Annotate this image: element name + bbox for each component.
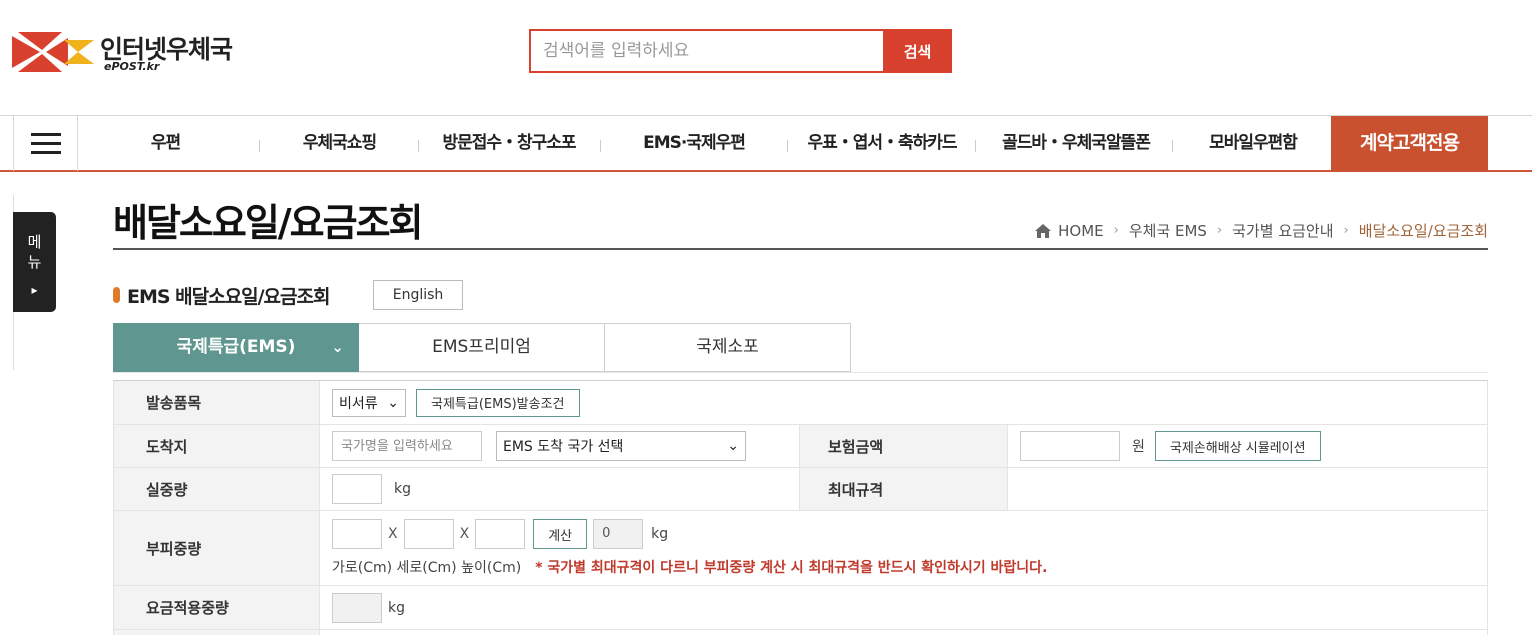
main-nav: 우편 우체국쇼핑 방문접수・창구소포 EMS·국제우편 우표・엽서・축하카드 골…: [0, 115, 1532, 172]
tabs-divider: [113, 372, 1488, 373]
epost-logo[interactable]: 인터넷우체국 ePOST.kr: [12, 30, 252, 76]
chevron-right-icon: ›: [1216, 223, 1223, 238]
form-row-weight: 실중량 kg 최대규격: [114, 468, 1487, 511]
item-select-value: 비서류: [339, 395, 378, 412]
actual-weight-cell: kg: [320, 468, 800, 510]
volume-warning: * 국가별 최대규격이 다르니 부피중량 계산 시 최대규격을 반드시 확인하시…: [535, 560, 1048, 576]
destination-cell: EMS 도착 국가 선택 ⌄: [320, 425, 800, 467]
nav-item-mail[interactable]: 우편: [88, 116, 243, 171]
insurance-amount-input[interactable]: [1020, 431, 1120, 461]
item-label: 발송품목: [114, 381, 320, 424]
max-size-cell: [1008, 468, 1487, 510]
search-input[interactable]: [529, 29, 883, 73]
nav-item-goldbar[interactable]: 골드바・우체국알뜰폰: [984, 116, 1168, 171]
form-row-next: [114, 630, 1487, 635]
title-divider: [113, 248, 1488, 250]
chevron-right-icon: ▸: [31, 283, 38, 297]
section-bullet-icon: [113, 287, 120, 303]
breadcrumb: HOME › 우체국 EMS › 국가별 요금안내 › 배달소요일/요금조회: [1034, 220, 1488, 241]
nav-divider: [418, 140, 419, 152]
times-label: X: [388, 526, 398, 542]
applied-weight-field: [332, 592, 382, 623]
breadcrumb-home[interactable]: HOME: [1058, 222, 1104, 240]
nav-divider: [1172, 140, 1173, 152]
volume-unit: kg: [651, 526, 669, 542]
tab-ems-premium[interactable]: EMS프리미엄: [359, 323, 605, 372]
nav-divider: [787, 140, 788, 152]
insurance-label: 보험금액: [800, 425, 1008, 467]
form-row-item: 발송품목 비서류 ⌄ 국제특급(EMS)발송조건: [114, 381, 1487, 425]
chevron-right-icon: ›: [1343, 223, 1349, 238]
volume-inputs: X X 계산 0 kg: [332, 519, 668, 549]
form-row-volume: 부피중량 X X 계산 0 kg 가로(Cm) 세로(Cm) 높이(Cm) * …: [114, 511, 1487, 586]
form-row-applied-weight: 요금적용중량 kg: [114, 586, 1487, 630]
nav-item-stamps[interactable]: 우표・엽서・축하카드: [794, 116, 970, 171]
insurance-cell: 원 국제손해배상 시뮬레이션: [1008, 425, 1487, 467]
side-menu-label-1: 메: [27, 233, 42, 251]
actual-weight-input[interactable]: [332, 474, 382, 504]
nav-item-shopping[interactable]: 우체국쇼핑: [262, 116, 417, 171]
volume-weight-label: 부피중량: [114, 511, 320, 585]
actual-weight-unit: kg: [394, 481, 411, 497]
item-cell: 비서류 ⌄ 국제특급(EMS)발송조건: [320, 381, 1487, 424]
page-title: 배달소요일/요금조회: [113, 201, 424, 245]
search-bar: 검색: [529, 29, 952, 73]
destination-label: 도착지: [114, 425, 320, 467]
chevron-down-icon: ⌄: [331, 338, 344, 356]
logo-subtitle: ePOST.kr: [104, 60, 160, 73]
tab-intl-parcel[interactable]: 국제소포: [605, 323, 851, 372]
tab-ems[interactable]: 국제특급(EMS) ⌄: [113, 323, 359, 372]
nav-divider: [975, 140, 976, 152]
actual-weight-label: 실중량: [114, 468, 320, 510]
chevron-down-icon: ⌄: [387, 394, 399, 411]
home-icon: [1035, 223, 1052, 238]
depth-input[interactable]: [403, 519, 454, 549]
max-size-label: 최대규격: [800, 468, 1008, 510]
next-row-cell: [320, 630, 1487, 635]
section-title: EMS 배달소요일/요금조회: [127, 286, 330, 308]
height-input[interactable]: [475, 519, 526, 549]
volume-weight-cell: X X 계산 0 kg 가로(Cm) 세로(Cm) 높이(Cm) * 국가별 최…: [320, 511, 1487, 585]
breadcrumb-ems[interactable]: 우체국 EMS: [1129, 220, 1207, 241]
form-row-destination: 도착지 EMS 도착 국가 선택 ⌄ 보험금액 원 국제손해배상 시뮬레이션: [114, 425, 1487, 468]
nav-item-ems[interactable]: EMS·국제우편: [608, 116, 780, 171]
times-label: X: [459, 526, 470, 542]
damage-simulation-button[interactable]: 국제손해배상 시뮬레이션: [1154, 431, 1321, 461]
volume-result-field: 0: [593, 519, 644, 549]
nav-divider: [600, 140, 601, 152]
nav-item-mobile-mailbox[interactable]: 모바일우편함: [1178, 116, 1328, 171]
epost-logo-icon: [12, 32, 94, 72]
width-input[interactable]: [332, 519, 382, 549]
applied-weight-label: 요금적용중량: [114, 586, 320, 629]
country-select-value: EMS 도착 국가 선택: [503, 439, 624, 455]
tab-ems-label: 국제특급(EMS): [176, 337, 296, 357]
ems-conditions-button[interactable]: 국제특급(EMS)발송조건: [416, 388, 580, 417]
country-name-input[interactable]: [332, 431, 482, 461]
next-row-label: [114, 630, 320, 635]
nav-divider: [259, 140, 260, 152]
hamburger-icon[interactable]: [13, 116, 78, 171]
rate-form: 발송품목 비서류 ⌄ 국제특급(EMS)발송조건 도착지 EMS 도착 국가 선…: [113, 380, 1488, 635]
side-menu-label-2: 뉴: [27, 253, 42, 271]
breadcrumb-current: 배달소요일/요금조회: [1358, 222, 1488, 240]
side-menu-tab[interactable]: 메 뉴 ▸: [13, 212, 56, 312]
calculate-button[interactable]: 계산: [533, 519, 588, 549]
dimension-caption: 가로(Cm) 세로(Cm) 높이(Cm): [332, 560, 522, 576]
applied-weight-cell: kg: [320, 586, 1487, 629]
service-tabs: 국제특급(EMS) ⌄ EMS프리미엄 국제소포: [113, 323, 851, 372]
country-select[interactable]: EMS 도착 국가 선택 ⌄: [496, 431, 746, 461]
insurance-unit: 원: [1132, 439, 1145, 455]
contract-customer-button[interactable]: 계약고객전용: [1331, 116, 1488, 171]
breadcrumb-rates[interactable]: 국가별 요금안내: [1232, 220, 1333, 241]
applied-weight-unit: kg: [388, 599, 405, 616]
item-select[interactable]: 비서류 ⌄: [332, 388, 406, 417]
chevron-right-icon: ›: [1113, 223, 1119, 238]
chevron-down-icon: ⌄: [727, 438, 739, 454]
english-button[interactable]: English: [373, 280, 463, 310]
search-button[interactable]: 검색: [883, 29, 952, 73]
volume-caption-line: 가로(Cm) 세로(Cm) 높이(Cm) * 국가별 최대규격이 다르니 부피중…: [332, 557, 1047, 577]
nav-item-visit-parcel[interactable]: 방문접수・창구소포: [424, 116, 594, 171]
